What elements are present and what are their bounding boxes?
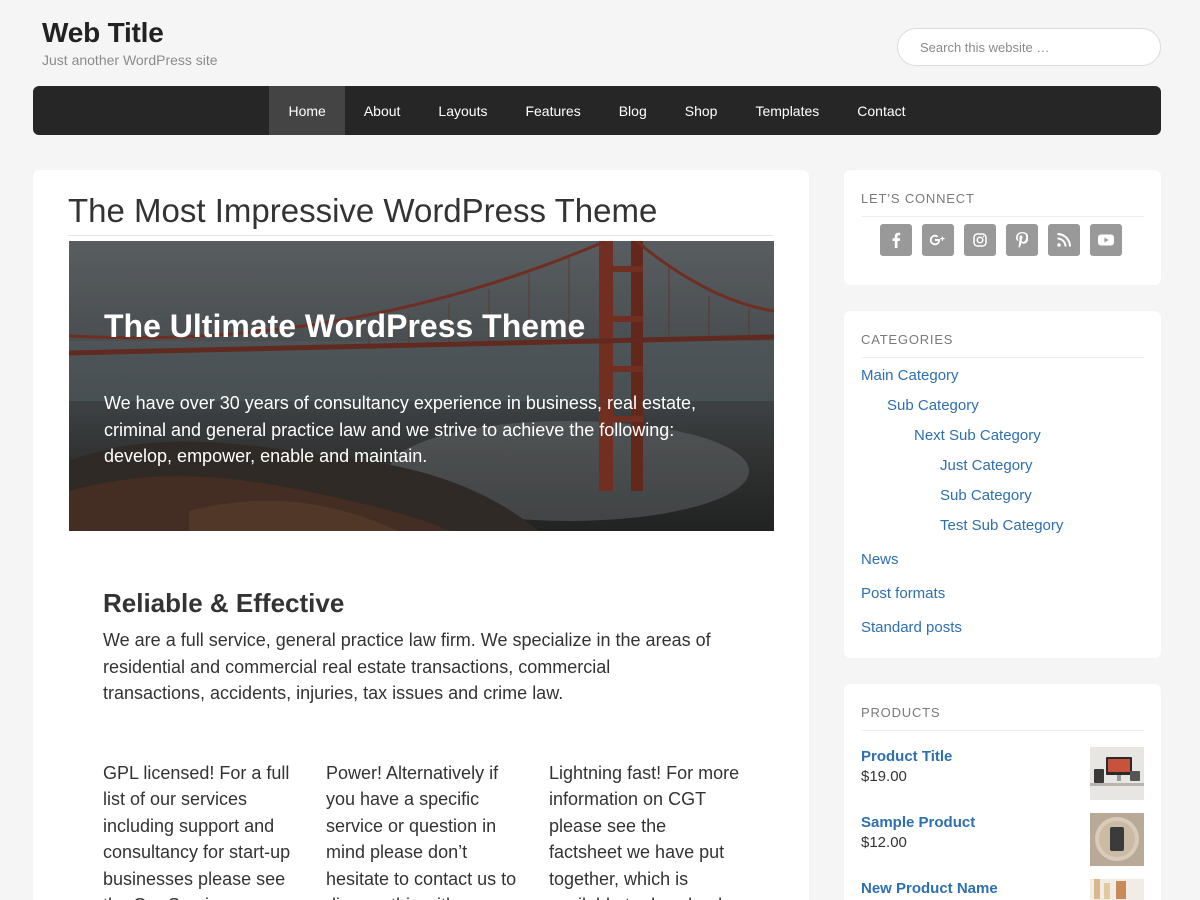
nav-item-about[interactable]: About: [345, 86, 420, 135]
widget-categories: CATEGORIES Main Category Sub Category Ne…: [844, 311, 1161, 658]
google-plus-icon[interactable]: [922, 224, 954, 256]
product-title-link[interactable]: New Product Name: [861, 880, 998, 897]
category-link[interactable]: News: [861, 551, 899, 568]
site-header: Web Title Just another WordPress site: [0, 0, 1200, 86]
section-text: We are a full service, general practice …: [103, 630, 711, 703]
product-title-link[interactable]: Sample Product: [861, 814, 975, 831]
feature-column-1: GPL licensed! For a full list of our ser…: [103, 763, 291, 900]
product-price: $19.00: [861, 768, 907, 785]
nav-item-templates[interactable]: Templates: [736, 86, 838, 135]
category-link[interactable]: Just Category: [940, 457, 1033, 474]
section-heading: Reliable & Effective: [103, 588, 345, 618]
hero-banner: The Ultimate WordPress Theme We have ove…: [69, 241, 774, 531]
nav-item-blog[interactable]: Blog: [600, 86, 666, 135]
category-link[interactable]: Standard posts: [861, 619, 962, 636]
social-icons: [880, 224, 1122, 256]
rss-icon[interactable]: [1048, 224, 1080, 256]
product-title-link[interactable]: Product Title: [861, 748, 952, 765]
nav-item-layouts[interactable]: Layouts: [419, 86, 506, 135]
widget-title: LET’S CONNECT: [861, 191, 1144, 217]
primary-nav: Home About Layouts Features Blog Shop Te…: [33, 86, 1161, 135]
category-link[interactable]: Next Sub Category: [914, 427, 1041, 444]
site-title[interactable]: Web Title: [42, 17, 164, 49]
widget-lets-connect: LET’S CONNECT: [844, 170, 1161, 285]
search-input[interactable]: [897, 28, 1161, 66]
facebook-icon[interactable]: [880, 224, 912, 256]
nav-item-features[interactable]: Features: [506, 86, 599, 135]
page-title: The Most Impressive WordPress Theme: [68, 192, 773, 236]
category-link[interactable]: Main Category: [861, 367, 959, 384]
product-thumbnail[interactable]: [1090, 879, 1144, 900]
nav-item-home[interactable]: Home: [269, 86, 345, 135]
site-description: Just another WordPress site: [42, 52, 218, 68]
category-link[interactable]: Sub Category: [940, 487, 1032, 504]
nav-item-shop[interactable]: Shop: [666, 86, 737, 135]
hero-text: We have over 30 years of consultancy exp…: [104, 393, 696, 466]
feature-column-2: Power! Alternatively if you have a speci…: [326, 763, 517, 900]
category-link[interactable]: Post formats: [861, 585, 945, 602]
product-thumbnail[interactable]: [1090, 813, 1144, 866]
feature-column-3: Lightning fast! For more information on …: [549, 763, 740, 900]
product-thumbnail[interactable]: [1090, 747, 1144, 800]
category-link[interactable]: Test Sub Category: [940, 517, 1063, 534]
widget-title: CATEGORIES: [861, 332, 1144, 358]
instagram-icon[interactable]: [964, 224, 996, 256]
youtube-icon[interactable]: [1090, 224, 1122, 256]
widget-products: PRODUCTS Product Title $19.00 Sample Pro…: [844, 684, 1161, 900]
hero-heading: The Ultimate WordPress Theme: [104, 308, 586, 344]
main-content: The Most Impressive WordPress Theme The …: [33, 170, 809, 900]
nav-item-contact[interactable]: Contact: [838, 86, 924, 135]
category-link[interactable]: Sub Category: [887, 397, 979, 414]
bridge-image: [69, 241, 774, 531]
product-price: $12.00: [861, 834, 907, 851]
pinterest-icon[interactable]: [1006, 224, 1038, 256]
widget-title: PRODUCTS: [861, 705, 1144, 731]
